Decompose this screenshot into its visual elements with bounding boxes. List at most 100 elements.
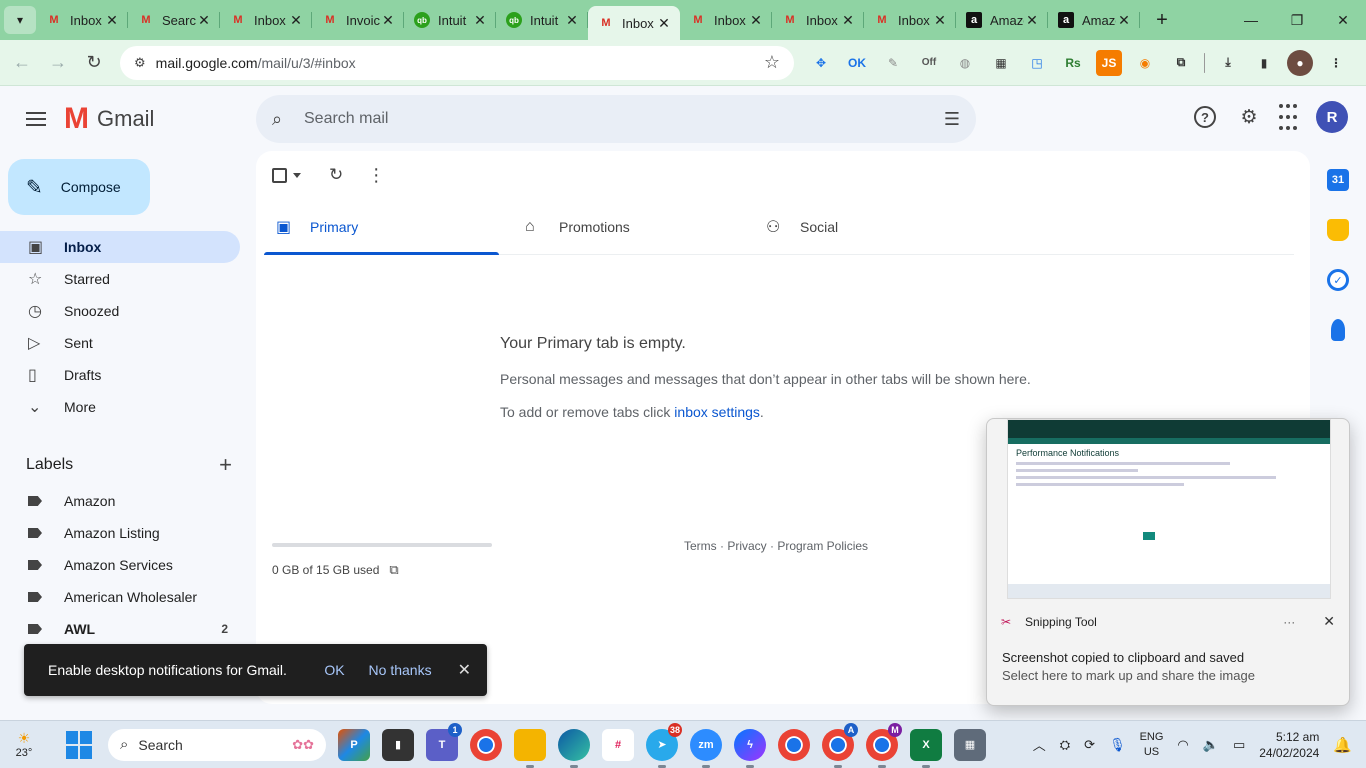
tasks-icon[interactable]: ✓ (1327, 269, 1349, 291)
bookmark-star-icon[interactable]: ☆ (764, 52, 780, 73)
notifications-bell-icon[interactable]: 🔔 (1333, 736, 1352, 754)
inbox-settings-link[interactable]: inbox settings (674, 404, 760, 420)
tab-close-icon[interactable]: ✕ (196, 12, 212, 29)
tab-close-icon[interactable]: ✕ (748, 12, 764, 29)
new-tab-button[interactable]: + (1148, 9, 1176, 32)
downloads-icon[interactable]: ⤓ (1215, 50, 1241, 76)
browser-tab[interactable]: M Inbox ✕ (772, 0, 864, 40)
browser-menu-icon[interactable]: ⋮ (1323, 50, 1349, 76)
taskbar-search[interactable]: ⌕ Search ✿✿ (108, 728, 326, 761)
forward-button[interactable]: → (40, 52, 76, 73)
select-dropdown-icon[interactable] (293, 172, 301, 178)
close-window-button[interactable]: ✕ (1320, 12, 1366, 29)
keep-icon[interactable] (1327, 219, 1349, 241)
tab-close-icon[interactable]: ✕ (1116, 12, 1132, 29)
browser-tab[interactable]: a Amazon✕ (956, 0, 1048, 40)
office-pre-icon[interactable]: P (338, 728, 370, 761)
minimize-button[interactable]: — (1228, 12, 1274, 29)
extensions-puzzle-icon[interactable]: ⧉ (1168, 50, 1194, 76)
chrome-profile-a-icon[interactable]: A (822, 722, 858, 768)
tab-close-icon[interactable]: ✕ (564, 12, 580, 29)
browser-tab[interactable]: M Inbox ✕ (680, 0, 772, 40)
task-view-icon[interactable]: ▮ (382, 728, 414, 761)
tab-social[interactable]: ⚇ Social (754, 199, 989, 254)
calculator-icon[interactable]: ▦ (954, 728, 986, 761)
excel-icon[interactable]: X (910, 728, 942, 768)
compose-button[interactable]: ✎ Compose (8, 159, 150, 215)
show-hidden-icons-chevron-icon[interactable]: ︿ (1033, 735, 1046, 754)
browser-tab[interactable]: M Invoice✕ (312, 0, 404, 40)
google-apps-icon[interactable] (1278, 102, 1298, 132)
snip-close-icon[interactable]: ✕ (1323, 613, 1335, 630)
label-item[interactable]: American Wholesaler (0, 581, 240, 613)
sidebar-item-inbox[interactable]: ▣ Inbox (0, 231, 240, 263)
chrome-profile-m-icon[interactable]: M (866, 722, 902, 768)
address-bar[interactable]: ⚙ mail.google.com/mail/u/3/#inbox ☆ (120, 45, 794, 80)
extension-icon[interactable]: ✎ (880, 50, 906, 76)
profile-avatar[interactable]: ● (1287, 49, 1313, 76)
tab-close-icon[interactable]: ✕ (472, 12, 488, 29)
sidebar-item-snoozed[interactable]: ◷ Snoozed (0, 295, 240, 327)
contacts-icon[interactable] (1331, 319, 1345, 341)
zoom-icon[interactable]: zm (690, 728, 722, 768)
tab-close-icon[interactable]: ✕ (380, 12, 396, 29)
label-item[interactable]: Amazon Listing (0, 517, 240, 549)
site-info-icon[interactable]: ⚙ (134, 55, 146, 71)
extension-js-icon[interactable]: JS (1096, 49, 1122, 76)
tab-promotions[interactable]: ⌂ Promotions (499, 199, 754, 254)
browser-tab[interactable]: M Inbox ✕ (864, 0, 956, 40)
browser-tab[interactable]: M Inbox ✕ (36, 0, 128, 40)
sidebar-item-sent[interactable]: ▷ Sent (0, 327, 240, 359)
screenshot-thumbnail[interactable]: Performance Notifications (1007, 419, 1331, 599)
microphone-icon[interactable]: 🎙 (1109, 737, 1126, 753)
label-item[interactable]: Amazon (0, 485, 240, 517)
language-indicator[interactable]: ENG US (1140, 730, 1164, 760)
file-explorer-icon[interactable] (514, 728, 546, 768)
sidebar-item-starred[interactable]: ☆ Starred (0, 263, 240, 295)
tray-app-icon[interactable]: ⛭ (1060, 737, 1070, 753)
search-options-icon[interactable]: ☰ (944, 109, 960, 130)
browser-tab[interactable]: M Inbox ✕ (588, 6, 680, 40)
toast-ok-button[interactable]: OK (324, 662, 344, 678)
browser-tab[interactable]: qb Intuit ✕ (496, 0, 588, 40)
search-input[interactable] (300, 110, 944, 128)
url-text[interactable]: mail.google.com/mail/u/3/#inbox (156, 55, 764, 71)
telegram-icon[interactable]: ➤ 38 (646, 722, 682, 768)
snip-more-icon[interactable]: ··· (1283, 615, 1295, 629)
side-panel-icon[interactable]: ▮ (1251, 50, 1277, 76)
volume-icon[interactable]: 🔈 (1203, 737, 1219, 753)
sidebar-item-drafts[interactable]: ▯ Drafts (0, 359, 240, 391)
snipping-tool-notification[interactable]: Performance Notifications ✂ Snipping Too… (986, 418, 1350, 706)
wifi-icon[interactable]: ◠ (1177, 737, 1188, 753)
toast-no-thanks-button[interactable]: No thanks (369, 662, 432, 678)
tab-primary[interactable]: ▣ Primary (264, 199, 499, 255)
tab-close-icon[interactable]: ✕ (932, 12, 948, 29)
calendar-icon[interactable]: 31 (1327, 169, 1349, 191)
teams-icon[interactable]: T1 (426, 722, 462, 761)
main-menu-icon[interactable] (12, 95, 60, 143)
tab-search-menu-button[interactable]: ▾ (4, 6, 36, 34)
label-item[interactable]: Amazon Services (0, 549, 240, 581)
footer-links[interactable]: Terms · Privacy · Program Policies (684, 539, 868, 553)
extension-ok-icon[interactable]: OK (844, 50, 870, 76)
label-item[interactable]: AWL 2 (0, 613, 240, 645)
tab-close-icon[interactable]: ✕ (288, 12, 304, 29)
battery-icon[interactable]: ▭ (1233, 737, 1245, 753)
extension-icon[interactable]: ✥ (808, 50, 834, 76)
tab-close-icon[interactable]: ✕ (656, 15, 672, 32)
extension-rs-icon[interactable]: Rs (1060, 50, 1086, 76)
clock[interactable]: 5:12 am 24/02/2024 (1259, 729, 1319, 761)
reload-button[interactable]: ↻ (76, 52, 112, 73)
search-icon[interactable]: ⌕ (272, 109, 300, 130)
extension-icon[interactable]: ◳ (1024, 50, 1050, 76)
tab-close-icon[interactable]: ✕ (104, 12, 120, 29)
browser-tab[interactable]: a Amazon✕ (1048, 0, 1140, 40)
refresh-icon[interactable]: ↻ (329, 161, 343, 189)
extension-qr-icon[interactable]: ▦ (988, 50, 1014, 76)
more-options-icon[interactable]: ⋮ (367, 161, 385, 189)
sidebar-item-more[interactable]: ⌄ More (0, 391, 240, 423)
tab-close-icon[interactable]: ✕ (1024, 12, 1040, 29)
gmail-logo[interactable]: M Gmail (64, 104, 154, 134)
extension-firefox-icon[interactable]: ◉ (1132, 50, 1158, 76)
restore-button[interactable]: ❐ (1274, 12, 1320, 29)
